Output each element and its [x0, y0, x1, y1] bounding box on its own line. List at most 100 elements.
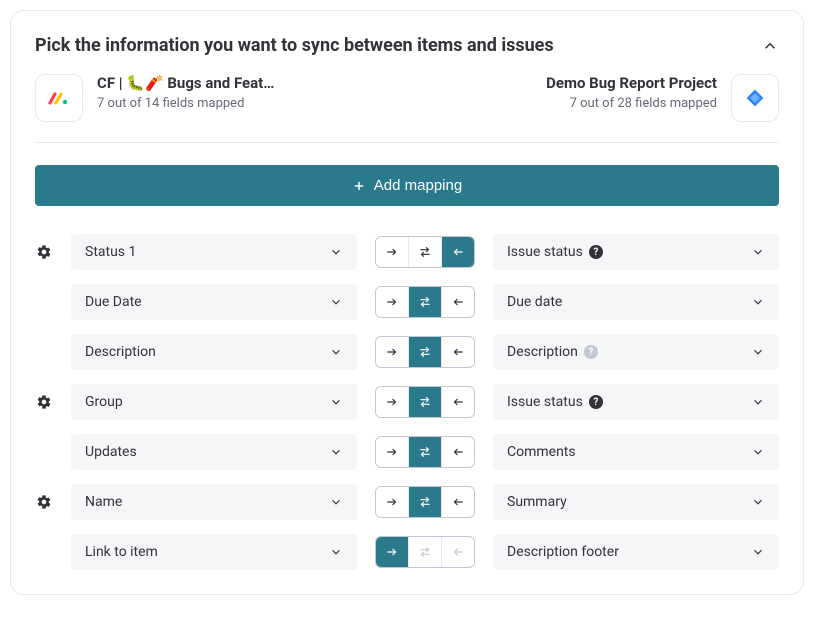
direction-both-button[interactable]	[408, 237, 441, 267]
right-field-select[interactable]: Comments	[493, 434, 779, 470]
direction-group	[375, 286, 475, 318]
chevron-down-icon	[751, 345, 765, 359]
direction-right-button[interactable]	[376, 337, 408, 367]
right-field-label: Description footer	[507, 544, 619, 560]
left-field-label: Status 1	[85, 244, 136, 260]
gear-col	[35, 244, 53, 260]
mapping-row: Updates Comments	[35, 434, 779, 470]
right-field-label: Issue status?	[507, 244, 603, 260]
chevron-down-icon	[329, 495, 343, 509]
right-field-select[interactable]: Summary	[493, 484, 779, 520]
left-field-select[interactable]: Status 1	[71, 234, 357, 270]
right-field-select[interactable]: Issue status?	[493, 384, 779, 420]
gear-col	[35, 494, 53, 510]
chevron-down-icon	[329, 245, 343, 259]
right-source-meta: Demo Bug Report Project 7 out of 28 fiel…	[546, 74, 717, 111]
chevron-down-icon	[751, 395, 765, 409]
left-field-label: Group	[85, 394, 123, 410]
direction-group	[375, 336, 475, 368]
mapping-row: Status 1 Issue status?	[35, 234, 779, 270]
direction-both-button[interactable]	[408, 437, 441, 467]
direction-both-button	[408, 537, 441, 567]
direction-left-button[interactable]	[441, 437, 474, 467]
chevron-down-icon	[751, 295, 765, 309]
direction-group	[375, 436, 475, 468]
sync-config-card: Pick the information you want to sync be…	[10, 10, 804, 595]
direction-right-button[interactable]	[376, 487, 408, 517]
chevron-down-icon	[751, 245, 765, 259]
mapping-row: Due Date Due date	[35, 284, 779, 320]
help-icon[interactable]: ?	[584, 345, 598, 359]
direction-right-button[interactable]	[376, 287, 408, 317]
direction-both-button[interactable]	[408, 337, 441, 367]
left-field-label: Updates	[85, 444, 137, 460]
chevron-down-icon	[329, 345, 343, 359]
mapping-row: Link to item Description footer	[35, 534, 779, 570]
direction-right-button[interactable]	[376, 437, 408, 467]
help-icon[interactable]: ?	[589, 395, 603, 409]
direction-left-button[interactable]	[441, 387, 474, 417]
chevron-down-icon	[329, 395, 343, 409]
direction-group	[375, 536, 475, 568]
left-field-label: Name	[85, 494, 122, 510]
direction-group	[375, 486, 475, 518]
left-field-select[interactable]: Description	[71, 334, 357, 370]
direction-left-button	[441, 537, 474, 567]
left-source-sub: 7 out of 14 fields mapped	[97, 96, 274, 111]
left-source-name: CF | 🐛🧨 Bugs and Feat…	[97, 74, 274, 92]
direction-group	[375, 386, 475, 418]
add-mapping-button[interactable]: Add mapping	[35, 165, 779, 206]
chevron-down-icon	[329, 545, 343, 559]
right-source-sub: 7 out of 28 fields mapped	[546, 96, 717, 111]
mapping-row: Group Issue status?	[35, 384, 779, 420]
left-field-select[interactable]: Link to item	[71, 534, 357, 570]
left-field-label: Description	[85, 344, 156, 360]
direction-left-button[interactable]	[441, 287, 474, 317]
mapping-row: Name Summary	[35, 484, 779, 520]
left-field-label: Link to item	[85, 544, 158, 560]
gear-col	[35, 394, 53, 410]
gear-icon[interactable]	[36, 494, 52, 510]
mapping-rows: Status 1 Issue status? Due Date Due date Des…	[35, 234, 779, 570]
left-field-select[interactable]: Updates	[71, 434, 357, 470]
monday-logo-icon	[35, 74, 83, 122]
direction-both-button[interactable]	[408, 487, 441, 517]
right-field-label: Description?	[507, 344, 598, 360]
add-mapping-label: Add mapping	[374, 177, 462, 194]
sources-row: CF | 🐛🧨 Bugs and Feat… 7 out of 14 field…	[35, 74, 779, 143]
direction-both-button[interactable]	[408, 287, 441, 317]
left-field-select[interactable]: Name	[71, 484, 357, 520]
jira-logo-icon	[731, 74, 779, 122]
direction-right-button[interactable]	[376, 387, 408, 417]
right-field-select[interactable]: Description?	[493, 334, 779, 370]
direction-left-button[interactable]	[441, 487, 474, 517]
header: Pick the information you want to sync be…	[35, 35, 779, 56]
direction-right-button[interactable]	[376, 537, 408, 567]
right-field-label: Summary	[507, 494, 567, 510]
direction-both-button[interactable]	[408, 387, 441, 417]
right-field-label: Comments	[507, 444, 576, 460]
right-field-select[interactable]: Due date	[493, 284, 779, 320]
page-title: Pick the information you want to sync be…	[35, 35, 554, 56]
direction-left-button[interactable]	[441, 237, 474, 267]
left-field-select[interactable]: Group	[71, 384, 357, 420]
plus-icon	[352, 179, 366, 193]
left-field-label: Due Date	[85, 294, 142, 310]
direction-group	[375, 236, 475, 268]
chevron-down-icon	[329, 295, 343, 309]
left-source: CF | 🐛🧨 Bugs and Feat… 7 out of 14 field…	[35, 74, 274, 122]
right-field-select[interactable]: Issue status?	[493, 234, 779, 270]
direction-right-button[interactable]	[376, 237, 408, 267]
left-source-meta: CF | 🐛🧨 Bugs and Feat… 7 out of 14 field…	[97, 74, 274, 111]
chevron-up-icon[interactable]	[761, 37, 779, 55]
gear-icon[interactable]	[36, 244, 52, 260]
chevron-down-icon	[329, 445, 343, 459]
right-source: Demo Bug Report Project 7 out of 28 fiel…	[546, 74, 779, 122]
direction-left-button[interactable]	[441, 337, 474, 367]
left-field-select[interactable]: Due Date	[71, 284, 357, 320]
gear-icon[interactable]	[36, 394, 52, 410]
mapping-row: Description Description?	[35, 334, 779, 370]
help-icon[interactable]: ?	[589, 245, 603, 259]
right-field-select[interactable]: Description footer	[493, 534, 779, 570]
chevron-down-icon	[751, 495, 765, 509]
